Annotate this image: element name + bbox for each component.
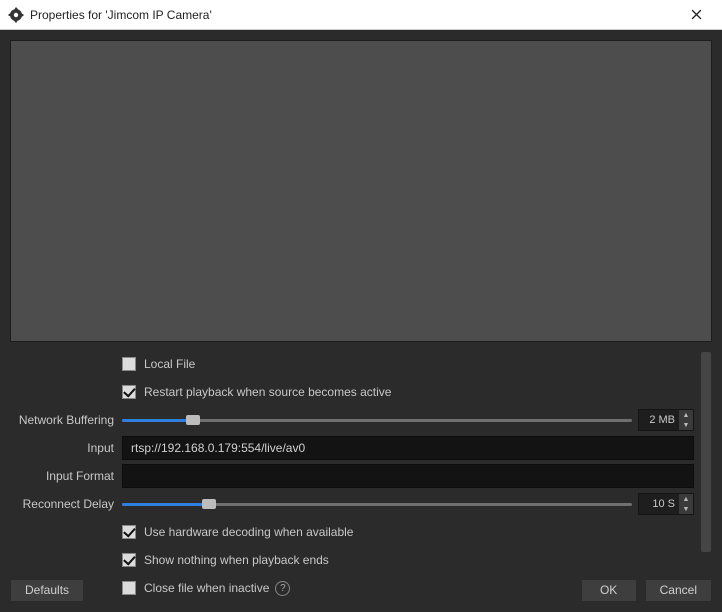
reconnect-delay-label: Reconnect Delay xyxy=(10,497,122,511)
input-field[interactable] xyxy=(122,436,694,460)
title-bar: Properties for 'Jimcom IP Camera' xyxy=(0,0,722,30)
chevron-down-icon: ▼ xyxy=(679,420,693,430)
reconnect-delay-slider[interactable] xyxy=(122,494,632,514)
input-format-label: Input Format xyxy=(10,469,122,483)
restart-playback-checkbox[interactable] xyxy=(122,385,136,399)
window-title: Properties for 'Jimcom IP Camera' xyxy=(30,8,676,22)
input-label: Input xyxy=(10,441,122,455)
scrollbar-thumb[interactable] xyxy=(701,352,711,552)
network-buffering-label: Network Buffering xyxy=(10,413,122,427)
local-file-label[interactable]: Local File xyxy=(144,357,195,371)
close-inactive-checkbox[interactable] xyxy=(122,581,136,595)
chevron-down-icon: ▼ xyxy=(679,504,693,514)
chevron-up-icon: ▲ xyxy=(679,410,693,420)
show-nothing-label[interactable]: Show nothing when playback ends xyxy=(144,553,329,567)
spinbox-arrows[interactable]: ▲▼ xyxy=(679,494,693,514)
close-inactive-label[interactable]: Close file when inactive xyxy=(144,581,269,595)
hw-decoding-label[interactable]: Use hardware decoding when available xyxy=(144,525,353,539)
reconnect-delay-spinbox[interactable]: 10 S ▲▼ xyxy=(638,493,694,515)
app-icon xyxy=(8,7,24,23)
hw-decoding-checkbox[interactable] xyxy=(122,525,136,539)
scrollbar[interactable] xyxy=(700,352,712,570)
network-buffering-spinbox[interactable]: 2 MB ▲▼ xyxy=(638,409,694,431)
local-file-checkbox[interactable] xyxy=(122,357,136,371)
spinbox-arrows[interactable]: ▲▼ xyxy=(679,410,693,430)
dialog-body: Local File Restart playback when source … xyxy=(0,30,722,612)
properties-panel: Local File Restart playback when source … xyxy=(10,352,712,570)
help-icon[interactable]: ? xyxy=(275,581,290,596)
close-button[interactable] xyxy=(676,0,716,30)
chevron-up-icon: ▲ xyxy=(679,494,693,504)
show-nothing-checkbox[interactable] xyxy=(122,553,136,567)
restart-playback-label[interactable]: Restart playback when source becomes act… xyxy=(144,385,391,399)
close-icon xyxy=(691,9,702,20)
network-buffering-slider[interactable] xyxy=(122,410,632,430)
input-format-field[interactable] xyxy=(122,464,694,488)
preview-area xyxy=(10,40,712,342)
